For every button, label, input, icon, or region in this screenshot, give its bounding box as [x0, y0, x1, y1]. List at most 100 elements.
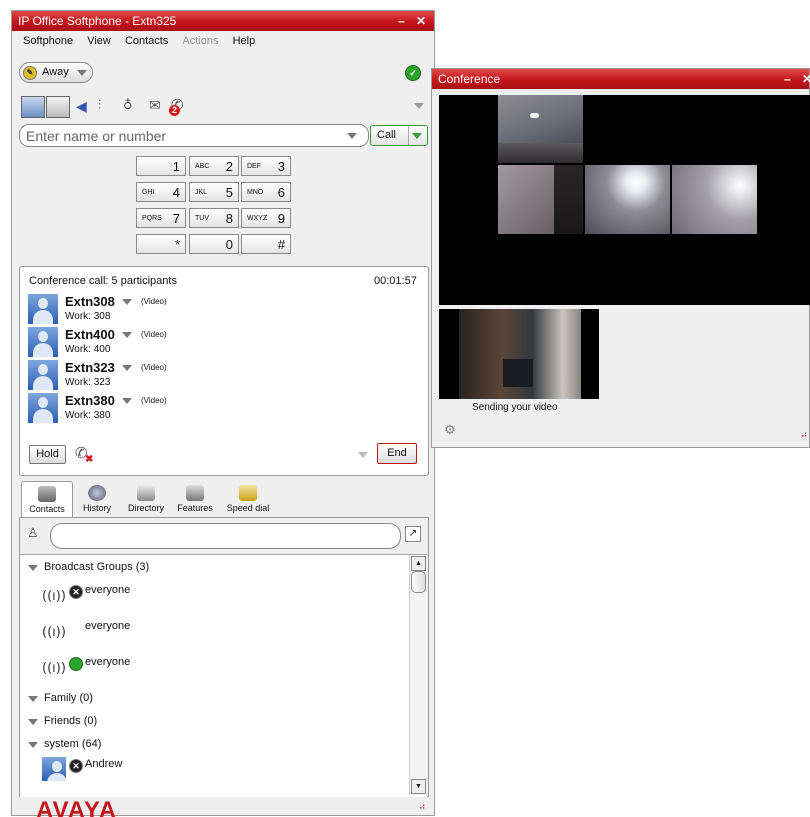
mail-icon[interactable]: ✉: [149, 98, 161, 114]
minimize-button[interactable]: –: [398, 11, 405, 31]
key-hash[interactable]: #: [241, 234, 291, 254]
key-3[interactable]: DEF 3: [241, 156, 291, 176]
avatar: [28, 294, 58, 324]
remove-icon: ✖: [85, 454, 94, 465]
popout-icon[interactable]: ↗: [405, 526, 421, 542]
collapse-icon: [28, 742, 38, 748]
key-8[interactable]: TUV 8: [189, 208, 239, 228]
video-shadow: [554, 165, 583, 234]
chevron-down-icon[interactable]: [122, 299, 132, 305]
tab-features[interactable]: Features: [173, 481, 217, 517]
more-options-icon[interactable]: [358, 452, 368, 458]
settings-gear-icon[interactable]: ⚙: [444, 423, 456, 438]
directory-icon: [137, 485, 155, 501]
menu-view[interactable]: View: [87, 31, 111, 51]
softphone-window: IP Office Softphone - Extn325 – ✕ Softph…: [11, 10, 435, 817]
participant-work: Work: 323: [65, 377, 111, 388]
hold-button[interactable]: Hold: [29, 445, 66, 464]
chevron-down-icon[interactable]: [412, 133, 422, 139]
avatar: [42, 757, 66, 781]
resize-grip-icon[interactable]: ⠴: [801, 429, 808, 440]
chevron-down-icon[interactable]: [122, 398, 132, 404]
phone-icon[interactable]: [46, 96, 70, 118]
features-icon: [186, 485, 204, 501]
volume-control-icon[interactable]: ⫶: [98, 98, 101, 113]
toolbar-expand-icon[interactable]: [414, 103, 424, 109]
chevron-down-icon[interactable]: [122, 365, 132, 371]
key-9[interactable]: WXYZ 9: [241, 208, 291, 228]
participant-name: Extn308: [65, 294, 115, 309]
connected-status-icon: ✓: [405, 65, 421, 81]
key-5[interactable]: JKL 5: [189, 182, 239, 202]
call-panel: Conference call: 5 participants 00:01:57…: [19, 266, 429, 476]
participant-video[interactable]: [498, 95, 583, 163]
chevron-down-icon[interactable]: [347, 133, 357, 139]
call-button-label: Call: [377, 129, 396, 141]
close-button[interactable]: ✕: [416, 11, 426, 31]
dial-input-placeholder: Enter name or number: [26, 128, 167, 144]
menu-help[interactable]: Help: [233, 31, 256, 51]
scroll-down-arrow-icon[interactable]: ▼: [411, 779, 426, 794]
list-item[interactable]: ((ı)) everyone: [42, 619, 222, 647]
key-star[interactable]: *: [136, 234, 186, 254]
call-button-divider: [408, 126, 409, 145]
broadcast-icon: ((ı)): [42, 661, 66, 676]
avatar: [28, 327, 58, 357]
collapse-icon: [28, 696, 38, 702]
menu-contacts[interactable]: Contacts: [125, 31, 168, 51]
list-item[interactable]: ((ı)) everyone: [42, 655, 222, 683]
dial-input[interactable]: Enter name or number: [19, 124, 369, 147]
key-4[interactable]: GHI 4: [136, 182, 186, 202]
speed-dial-icon: [239, 485, 257, 501]
list-item[interactable]: ((ı)) ✕ everyone: [42, 583, 222, 611]
key-2[interactable]: ABC 2: [189, 156, 239, 176]
self-video[interactable]: [439, 309, 599, 399]
list-item[interactable]: ✕ Andrew: [42, 757, 222, 781]
history-icon: [88, 485, 106, 501]
dialpad-icon[interactable]: [21, 96, 45, 118]
resize-grip-icon[interactable]: ⠴: [419, 801, 426, 812]
tab-speed-dial[interactable]: Speed dial: [221, 481, 275, 517]
avatar: [28, 393, 58, 423]
participant-row[interactable]: Extn323 (Video) Work: 323: [28, 360, 228, 393]
end-call-button[interactable]: End: [377, 443, 417, 464]
close-button[interactable]: ✕: [802, 69, 810, 89]
key-7[interactable]: PQRS 7: [136, 208, 186, 228]
toolbar: ◀ ⫶ ♁ ✉ ✆ 2: [21, 96, 231, 118]
contacts-panel: ♙ ↗ Broadcast Groups (3) ((ı)) ✕ everyon…: [19, 517, 429, 797]
menu-softphone[interactable]: Softphone: [23, 31, 73, 51]
ceiling-light: [530, 113, 539, 118]
presence-selector[interactable]: ✎ Away: [19, 62, 93, 83]
call-button[interactable]: Call: [370, 125, 428, 146]
key-0[interactable]: 0: [189, 234, 239, 254]
video-grid: [439, 95, 810, 305]
conference-title: Conference: [438, 72, 501, 86]
participant-row[interactable]: Extn308 (Video) Work: 308: [28, 294, 228, 327]
tab-contacts[interactable]: Contacts: [21, 481, 73, 518]
tab-history[interactable]: History: [75, 481, 119, 517]
participant-row[interactable]: Extn380 (Video) Work: 380: [28, 393, 228, 426]
key-1[interactable]: 1: [136, 156, 186, 176]
away-status-icon: ✎: [23, 66, 37, 80]
microphone-icon[interactable]: ♁: [123, 98, 133, 113]
speaker-icon[interactable]: ◀: [76, 99, 87, 115]
add-contact-icon[interactable]: ♙: [27, 526, 39, 541]
scrollbar-thumb[interactable]: [411, 571, 426, 593]
participant-video[interactable]: [498, 165, 583, 234]
busy-status-icon: ✕: [69, 585, 83, 599]
scroll-up-arrow-icon[interactable]: ▲: [411, 556, 426, 571]
contact-search-input[interactable]: [50, 523, 401, 549]
conference-window: Conference – ✕ Sending your video ⚙ ⠴: [431, 68, 810, 448]
softphone-titlebar[interactable]: IP Office Softphone - Extn325 – ✕: [12, 11, 434, 31]
participant-video[interactable]: [672, 165, 757, 234]
participant-video[interactable]: [585, 165, 670, 234]
conference-titlebar[interactable]: Conference – ✕: [432, 69, 810, 89]
participant-work: Work: 380: [65, 410, 111, 421]
key-6[interactable]: MNO 6: [241, 182, 291, 202]
participant-video-tag: (Video): [141, 330, 167, 339]
minimize-button[interactable]: –: [784, 69, 791, 89]
tab-directory[interactable]: Directory: [123, 481, 169, 517]
scrollbar[interactable]: ▲ ▼: [409, 555, 427, 795]
chevron-down-icon[interactable]: [122, 332, 132, 338]
participant-row[interactable]: Extn400 (Video) Work: 400: [28, 327, 228, 360]
